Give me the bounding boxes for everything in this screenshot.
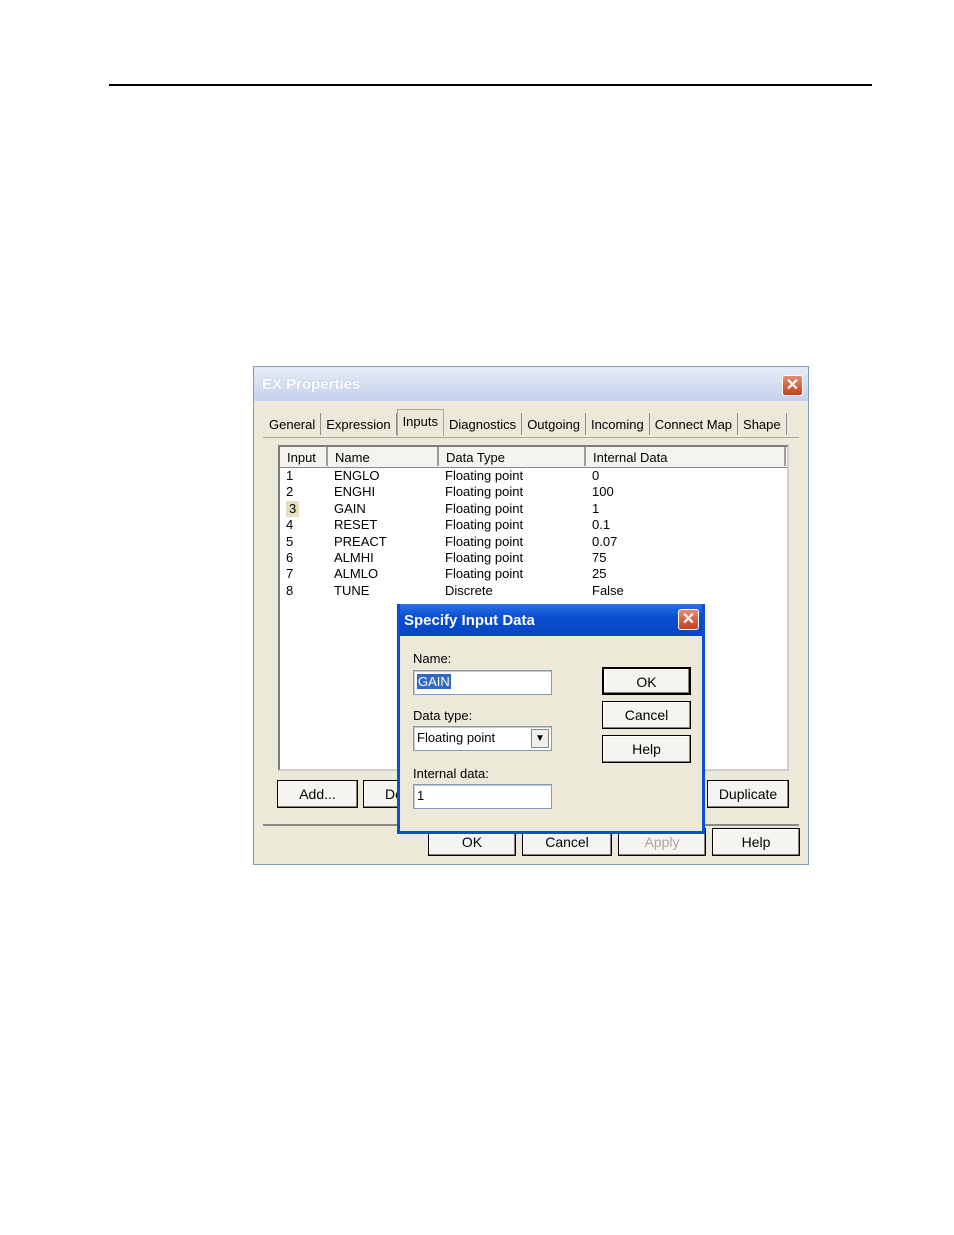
cell-name: ALMHI <box>334 549 374 565</box>
cell-name: PREACT <box>334 533 387 549</box>
tab-expression[interactable]: Expression <box>321 413 397 435</box>
add-button[interactable]: Add... <box>277 780 358 808</box>
name-field[interactable]: GAIN <box>413 670 552 695</box>
list-item[interactable]: 5 PREACT Floating point 0.07 <box>280 534 787 550</box>
window-titlebar[interactable]: EX Properties ✕ <box>254 367 808 401</box>
selected-input-number: 3 <box>286 500 300 517</box>
cell-input: 4 <box>286 517 294 533</box>
cell-type: Floating point <box>445 517 524 533</box>
tab-strip: General Expression Inputs Diagnostics Ou… <box>264 409 787 436</box>
cell-type: Floating point <box>445 468 524 483</box>
tab-inputs[interactable]: Inputs <box>396 409 444 436</box>
list-item[interactable]: 1 ENGLO Floating point 0 <box>280 468 787 484</box>
list-item-selected[interactable]: 3 GAIN Floating point 1 <box>280 500 787 517</box>
duplicate-button[interactable]: Duplicate <box>707 780 789 808</box>
cell-type: Discrete <box>445 582 493 598</box>
cell-name: RESET <box>334 517 378 533</box>
dialog-title: Specify Input Data <box>404 612 535 629</box>
internal-data-field[interactable]: 1 <box>413 784 552 809</box>
list-header: Input Name Data Type Internal Data <box>280 447 787 468</box>
cell-name: ENGHI <box>334 484 376 500</box>
list-item[interactable]: 6 ALMHI Floating point 75 <box>280 550 787 566</box>
close-icon[interactable]: ✕ <box>678 609 699 630</box>
dialog-cancel-button[interactable]: Cancel <box>602 701 691 729</box>
cell-type: Floating point <box>445 549 524 565</box>
cell-data: 0.07 <box>592 533 618 549</box>
tab-incoming[interactable]: Incoming <box>586 413 650 435</box>
cell-input: 6 <box>286 549 294 565</box>
data-type-label: Data type: <box>413 708 473 723</box>
cell-name: GAIN <box>334 500 366 516</box>
cell-type: Floating point <box>445 566 524 582</box>
internal-data-value: 1 <box>417 788 425 803</box>
chevron-down-icon[interactable]: ▼ <box>531 729 549 748</box>
cell-data: 75 <box>592 549 607 565</box>
tab-diagnostics[interactable]: Diagnostics <box>444 413 523 435</box>
list-item[interactable]: 4 RESET Floating point 0.1 <box>280 517 787 533</box>
column-header-internal-data[interactable]: Internal Data <box>586 447 786 466</box>
list-rows: 1 ENGLO Floating point 0 2 ENGHI Floating poi… <box>280 468 787 599</box>
name-label: Name: <box>413 651 452 666</box>
column-header-data-type[interactable]: Data Type <box>439 447 586 466</box>
cell-name: ALMLO <box>334 566 379 582</box>
cell-type: Floating point <box>445 533 524 549</box>
cell-data: 1 <box>592 500 600 516</box>
dialog-ok-button[interactable]: OK <box>602 667 691 695</box>
cell-name: ENGLO <box>334 468 380 483</box>
cell-data: 25 <box>592 566 607 582</box>
tab-outgoing[interactable]: Outgoing <box>522 413 586 435</box>
cell-input: 2 <box>286 484 294 500</box>
name-field-value: GAIN <box>417 674 451 689</box>
tab-general[interactable]: General <box>264 413 322 435</box>
cell-type: Floating point <box>445 484 524 500</box>
cell-data: 0.1 <box>592 517 611 533</box>
cell-name: TUNE <box>334 582 370 598</box>
column-header-input[interactable]: Input <box>280 447 328 466</box>
cell-data: False <box>592 582 624 598</box>
help-button[interactable]: Help <box>712 828 800 856</box>
internal-data-label: Internal data: <box>413 766 489 781</box>
cell-type: Floating point <box>445 500 524 516</box>
list-item[interactable]: 7 ALMLO Floating point 25 <box>280 566 787 582</box>
cell-input: 3 <box>280 500 328 517</box>
data-type-value: Floating point <box>417 730 496 745</box>
data-type-select[interactable]: Floating point ▼ <box>413 726 552 751</box>
tab-connect-map[interactable]: Connect Map <box>650 413 739 435</box>
cell-data: 100 <box>592 484 614 500</box>
list-item[interactable]: 8 TUNE Discrete False <box>280 583 787 599</box>
cell-input: 1 <box>286 468 294 483</box>
cell-input: 5 <box>286 533 294 549</box>
window-title: EX Properties <box>262 376 361 393</box>
cell-input: 8 <box>286 582 294 598</box>
specify-input-data-dialog: Specify Input Data ✕ Name: GAIN Data typ… <box>397 604 705 834</box>
close-icon[interactable]: ✕ <box>782 375 803 396</box>
cell-input: 7 <box>286 566 294 582</box>
dialog-titlebar[interactable]: Specify Input Data ✕ <box>400 604 702 636</box>
list-item[interactable]: 2 ENGHI Floating point 100 <box>280 484 787 500</box>
page-header-rule <box>109 84 872 86</box>
cell-data: 0 <box>592 468 600 483</box>
dialog-help-button[interactable]: Help <box>602 735 691 763</box>
column-header-name[interactable]: Name <box>328 447 439 466</box>
tab-shape[interactable]: Shape <box>738 413 787 435</box>
